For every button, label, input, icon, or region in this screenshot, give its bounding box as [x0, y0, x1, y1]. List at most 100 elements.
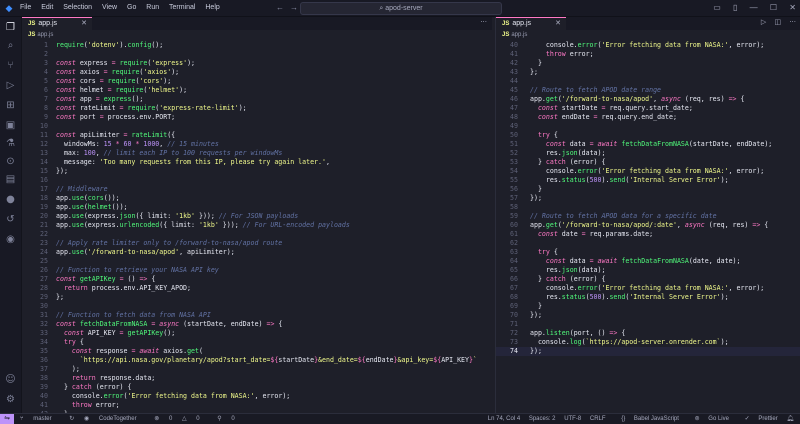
code-line[interactable]: 50 try { [496, 131, 800, 140]
search-icon[interactable]: ⌕ [3, 39, 18, 53]
code-line[interactable]: 53 } catch (error) { [496, 158, 800, 167]
menu-view[interactable]: View [102, 4, 117, 11]
more-actions-icon[interactable]: ··· [480, 18, 487, 26]
manage-gear-icon[interactable]: ⚙ [3, 393, 18, 407]
code-line[interactable]: 37 ); [22, 365, 492, 374]
code-line[interactable]: 54 console.error('Error fetching data fr… [496, 167, 800, 176]
code-line[interactable]: 1 require('dotenv').config(); [22, 41, 492, 50]
code-line[interactable]: 42 } [496, 59, 800, 68]
code-line[interactable]: 40 console.error('Error fetching data fr… [496, 41, 800, 50]
menu-edit[interactable]: Edit [41, 4, 53, 11]
code-line[interactable]: 52 res.json(data); [496, 149, 800, 158]
code-line[interactable]: 64 const data = await fetchDataFromNASA(… [496, 257, 800, 266]
code-line[interactable]: 59 // Route to fetch APOD data for a spec… [496, 212, 800, 221]
minimize-icon[interactable]: — [750, 3, 758, 12]
tab-app-js-right[interactable]: JS app.js ✕ [496, 17, 566, 31]
code-line[interactable]: 49 [496, 122, 800, 131]
code-line[interactable]: 74}); [496, 347, 800, 356]
go-live-button[interactable]: ⊚ Go Live [688, 416, 729, 422]
code-line[interactable]: 2 [22, 50, 492, 59]
liveshare-icon[interactable]: ↺ [3, 213, 18, 227]
docker-icon[interactable]: ▤ [3, 173, 18, 187]
prettier-status[interactable]: ✓ Prettier [738, 416, 778, 422]
code-line[interactable]: 31 // Function to fetch data from NASA AP… [22, 311, 492, 320]
end-of-line[interactable]: CRLF [590, 416, 606, 422]
code-line[interactable]: 55 res.status(500).send('Internal Server… [496, 176, 800, 185]
menu-help[interactable]: Help [205, 4, 219, 11]
codetogether-icon[interactable]: ◉ [3, 233, 18, 247]
code-line[interactable]: 4 const axios = require('axios'); [22, 68, 492, 77]
code-line[interactable]: 47 const startDate = req.query.start_dat… [496, 104, 800, 113]
forward-arrow-icon[interactable]: → [290, 3, 298, 12]
menu-file[interactable]: File [20, 4, 31, 11]
more-actions-icon[interactable]: ··· [789, 18, 796, 26]
code-line[interactable]: 51 const data = await fetchDataFromNASA(… [496, 140, 800, 149]
code-line[interactable]: 13 max: 100, // limit each IP to 100 req… [22, 149, 492, 158]
branch-indicator[interactable]: ⑂ master [20, 416, 60, 422]
code-line[interactable]: 65 res.json(data); [496, 266, 800, 275]
code-line[interactable]: 36 `https://api.nasa.gov/planetary/apod?… [22, 356, 492, 365]
back-arrow-icon[interactable]: ← [276, 3, 284, 12]
extensions-icon[interactable]: ⊞ [3, 99, 18, 113]
split-editor-icon[interactable]: ◫ [774, 18, 781, 26]
code-line[interactable]: 9 const port = process.env.PORT; [22, 113, 492, 122]
menu-terminal[interactable]: Terminal [169, 4, 195, 11]
code-line[interactable]: 57}); [496, 194, 800, 203]
code-line[interactable]: 62 [496, 239, 800, 248]
code-line[interactable]: 17 // Middleware [22, 185, 492, 194]
code-line[interactable]: 33 const API_KEY = getAPIKey(); [22, 329, 492, 338]
code-line[interactable]: 20 app.use(express.json({ limit: '1kb' })… [22, 212, 492, 221]
problems-indicator[interactable]: ⊗ 0 △ 0 [154, 416, 207, 422]
account-icon[interactable]: ☺ [3, 373, 18, 387]
menu-run[interactable]: Run [146, 4, 159, 11]
nasa-icon[interactable]: ⊙ [3, 155, 18, 169]
code-line[interactable]: 56 } [496, 185, 800, 194]
code-line[interactable]: 29}; [22, 293, 492, 302]
close-tab-icon[interactable]: ✕ [555, 18, 561, 30]
sync-icon[interactable]: ↻ [69, 416, 74, 422]
code-line[interactable]: 32 const fetchDataFromNASA = async (start… [22, 320, 492, 329]
code-line[interactable]: 46 app.get('/forward-to-nasa/apod', async… [496, 95, 800, 104]
code-line[interactable]: 5 const cors = require('cors'); [22, 77, 492, 86]
code-line[interactable]: 3 const express = require('express'); [22, 59, 492, 68]
code-line[interactable]: 45 // Route to fetch APOD date range [496, 86, 800, 95]
code-line[interactable]: 22 [22, 230, 492, 239]
code-line[interactable]: 61 const date = req.params.date; [496, 230, 800, 239]
breadcrumb[interactable]: JS app.js [496, 30, 800, 40]
ports-indicator[interactable]: ⚲ 0 [217, 416, 242, 422]
code-line[interactable]: 26 // Function to retrieve your NASA API … [22, 266, 492, 275]
remote-explorer-icon[interactable]: ▣ [3, 119, 18, 133]
close-window-icon[interactable]: ✕ [789, 3, 796, 12]
code-line[interactable]: 41 throw error; [22, 401, 492, 410]
code-line[interactable]: 68 res.status(500).send('Internal Server… [496, 293, 800, 302]
code-line[interactable]: 63 try { [496, 248, 800, 257]
code-line[interactable]: 6 const helmet = require('helmet'); [22, 86, 492, 95]
code-line[interactable]: 38 return response.data; [22, 374, 492, 383]
code-line[interactable]: 34 try { [22, 338, 492, 347]
language-mode[interactable]: {} Babel JavaScript [614, 416, 679, 422]
code-line[interactable]: 58 [496, 203, 800, 212]
menu-selection[interactable]: Selection [63, 4, 92, 11]
code-line[interactable]: 69 } [496, 302, 800, 311]
layout-panel-icon[interactable]: ▭ [713, 3, 721, 12]
code-line[interactable]: 40 console.error('Error fetching data fr… [22, 392, 492, 401]
code-line[interactable]: 60 app.get('/forward-to-nasa/apod/:date',… [496, 221, 800, 230]
code-line[interactable]: 8 const rateLimit = require('express-rate… [22, 104, 492, 113]
cursor-position[interactable]: Ln 74, Col 4 [488, 416, 520, 422]
breadcrumb[interactable]: JS app.js [22, 30, 492, 40]
code-line[interactable]: 18 app.use(cors()); [22, 194, 492, 203]
command-center-search[interactable]: ⌕ apod-server [300, 2, 502, 15]
code-line[interactable]: 11 const apiLimiter = rateLimit({ [22, 131, 492, 140]
files-icon[interactable]: ❐ [3, 21, 18, 35]
code-line[interactable]: 70}); [496, 311, 800, 320]
code-line[interactable]: 41 throw error; [496, 50, 800, 59]
code-line[interactable]: 72 app.listen(port, () => { [496, 329, 800, 338]
testing-icon[interactable]: ⚗ [3, 137, 18, 151]
menu-go[interactable]: Go [127, 4, 136, 11]
code-line[interactable]: 44 [496, 77, 800, 86]
code-line[interactable]: 71 [496, 320, 800, 329]
encoding[interactable]: UTF-8 [564, 416, 581, 422]
code-line[interactable]: 28 return process.env.API_KEY_APOD; [22, 284, 492, 293]
code-line[interactable]: 10 [22, 122, 492, 131]
code-line[interactable]: 19 app.use(helmet()); [22, 203, 492, 212]
